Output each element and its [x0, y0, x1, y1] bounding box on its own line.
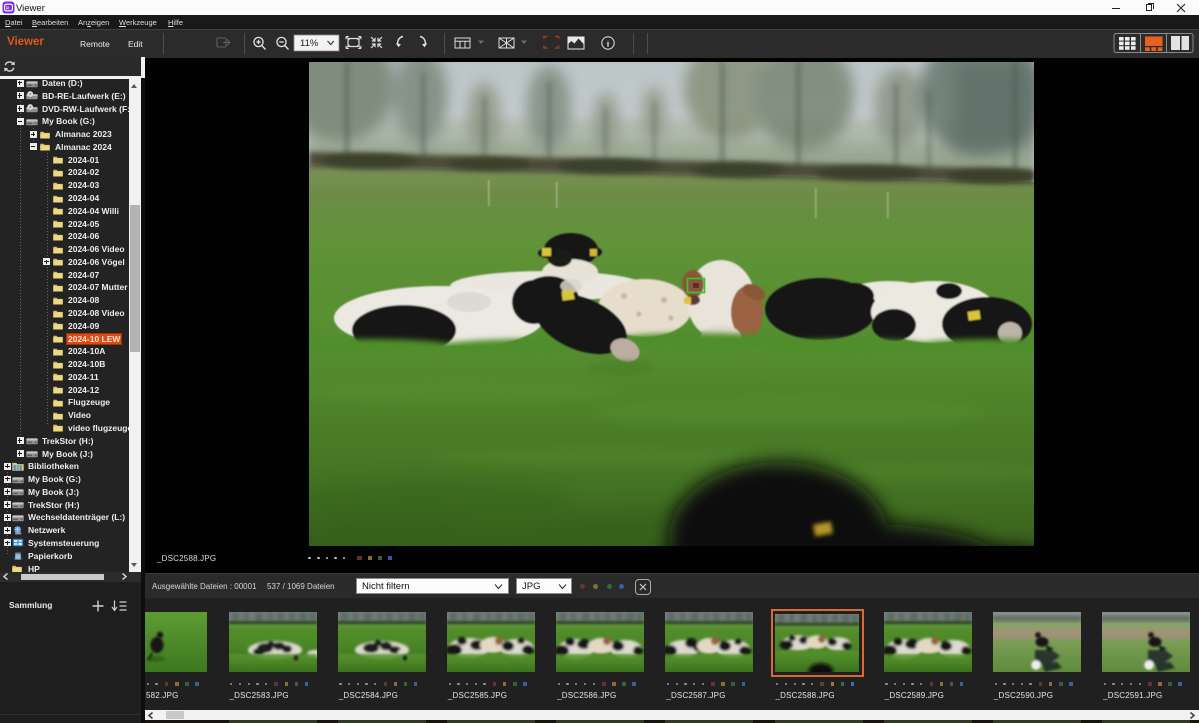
svg-text:11%: 11% — [300, 38, 319, 49]
